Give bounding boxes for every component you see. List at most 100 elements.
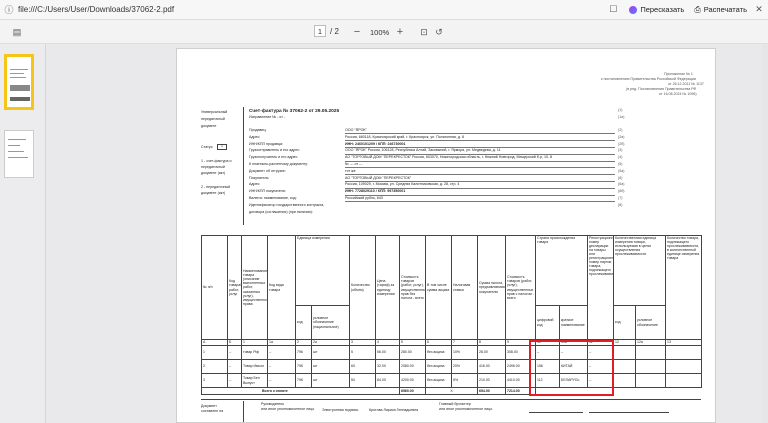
cell-ucode: 796 [295, 373, 312, 388]
retell-icon [629, 5, 638, 14]
thumb-line [10, 97, 30, 101]
acct-label-2: или иное уполномоченное лицо [439, 407, 493, 411]
field-code: (2а) [618, 134, 625, 139]
field-label: Продавец: [249, 128, 267, 132]
cell-n: 1 [201, 345, 228, 360]
th-unit-code: код [295, 305, 312, 340]
head-signature: Электронная подпись [322, 408, 359, 412]
cell-rate: 5% [451, 373, 479, 388]
status-note-5: документ (акт) [201, 191, 226, 195]
status-value: 1 [217, 144, 227, 150]
print-button[interactable]: ⎙ Распечатать [689, 3, 752, 17]
cell-unit: шт [310, 373, 351, 388]
field-value: Россия, 109029, г. Москва, ул. Средняя К… [345, 182, 460, 187]
cell-kind: -- [267, 359, 296, 374]
cell-price: 84.00 [375, 373, 401, 388]
cell-trace-empty [613, 345, 637, 360]
table-row: 2 -- Товар Имсол -- 796 шт 60 32.00 2080.00 без а… [201, 359, 703, 374]
print-label: Распечатать [703, 5, 747, 14]
left-label-3: документ [201, 124, 217, 128]
th-tax: Сумма налога, предъявляемая покупателю [477, 235, 507, 340]
acct-name-line [589, 412, 669, 413]
th-reg: Регистрационный номер декларации на това… [587, 235, 615, 340]
thumb-line [10, 85, 30, 91]
sidebar-toggle-icon[interactable]: ▤ [10, 25, 24, 39]
th-trace-name: условное обозначение [635, 305, 667, 340]
rotate-icon[interactable]: ↺ [432, 25, 446, 39]
thumb-line [10, 77, 26, 78]
field-code: (2) [618, 128, 623, 132]
header-note-5: от 16.08.2024 № 1096) [659, 92, 697, 96]
table-row: 1 -- товар Ріф -- 796 шт 5 56.00 280.00 без акциз… [201, 345, 703, 360]
zoom-in-icon[interactable]: + [393, 25, 407, 39]
page-scrollbar[interactable] [762, 44, 768, 423]
field-label: договора (соглашения) (при наличии): [249, 209, 313, 214]
page-total: / 2 [330, 26, 339, 36]
field-code: (4) [618, 155, 623, 160]
total-label: Всего к оплате [200, 387, 401, 395]
field-code: (6б) [618, 189, 625, 194]
highlight-country-columns [529, 340, 614, 396]
status-note-4: 2 - передаточный [201, 185, 231, 189]
th-name: Наименование товара (описание выполненны… [241, 235, 268, 340]
field-code: (5) [618, 162, 623, 166]
cell-kind: -- [267, 373, 296, 388]
field-value: Российский рубль, 643 [345, 196, 383, 200]
field-code: (8) [618, 202, 623, 207]
th-trace-qty: Количество товара, подлежащего прослежив… [665, 235, 703, 340]
cell-n: 3 [201, 373, 228, 388]
status-note-2: передаточный [201, 165, 225, 169]
th-country: Страна происхождения товара [535, 235, 589, 306]
left-divider [243, 107, 244, 225]
thumb-line [8, 151, 24, 152]
cell-qty: 5 [349, 345, 377, 360]
address-bar[interactable]: file:///C:/Users/User/Downloads/37062-2.… [18, 5, 174, 14]
fit-page-icon[interactable]: ⊡ [417, 25, 431, 39]
field-code: (2б) [618, 141, 625, 146]
th-kind: Код вида товара [267, 235, 296, 340]
field-value: АО "ТОРГОВЫЙ ДОМ "ПЕРЕКРЕСТОК" [345, 175, 412, 180]
zoom-level[interactable]: 100% [370, 28, 389, 37]
th-price: Цена (тариф) за единицу измерения [375, 235, 401, 340]
print-icon: ⎙ [694, 4, 701, 14]
total-row: Всего к оплате 6560.00 X 654.00 7214.00 [200, 387, 702, 395]
left-label-1: Универсальный [201, 110, 228, 114]
th-qty: Количество (объем) [349, 235, 377, 340]
sign-separator [201, 399, 701, 400]
thumbnail-page-1[interactable] [4, 54, 34, 110]
cell-trace-empty [635, 359, 667, 374]
file-info-icon[interactable]: ⓘ [2, 3, 16, 17]
zoom-out-icon[interactable]: − [350, 25, 364, 39]
code-1: (1) [618, 108, 623, 112]
cell-trace-empty [613, 359, 637, 374]
cell-code: -- [227, 359, 242, 374]
cell-tax: 28.00 [477, 345, 507, 360]
page-number-input[interactable]: 1 [314, 25, 326, 37]
bookmark-icon[interactable]: ☐ [606, 3, 620, 17]
correction-line: Исправление № - от - [249, 115, 286, 119]
retell-button[interactable]: Пересказать [624, 3, 689, 16]
field-value: АО "ТОРГОВЫЙ ДОМ "ПЕРЕКРЕСТОК" Россия, 6… [345, 155, 553, 160]
cell-excise: без акциза [425, 359, 453, 374]
invoice-title: Счет-фактура № 37062-2 от 29.05.2025 [249, 109, 340, 114]
acct-sign-line [529, 412, 583, 413]
th-code: Код товара/ работ, услуг [227, 235, 242, 340]
th-trace-unit: Количественная единица измерения товара,… [613, 235, 667, 306]
th-unit-name: условное обозначение (национальное) [310, 305, 351, 340]
thumbnail-page-2[interactable] [4, 130, 34, 178]
field-label: Покупатель: [249, 175, 270, 180]
pdf-toolbar: ▤ 1 / 2 − 100% + ⊡ ↺ [0, 20, 768, 44]
cell-code: -- [227, 345, 242, 360]
close-pdf-icon[interactable]: ✕ [752, 3, 766, 17]
cell-trace-empty [635, 373, 667, 388]
th-rate: Налоговая ставка [451, 235, 479, 340]
field-label: Идентификатор государственного контракта… [249, 202, 325, 207]
cell-code: -- [227, 373, 242, 388]
field-label: Валюта: наименование, код: [249, 196, 297, 200]
field-value: ИНН: 2460101209 / КПП: 246730001 [345, 141, 406, 146]
cell-trace-empty [665, 373, 703, 388]
head-label-2: или иное уполномоченное лицо [261, 407, 315, 411]
field-value: ООО "ЯРОК" Россия, 106128, Республика Ал… [345, 148, 501, 153]
th-country-name: краткое наименование [559, 305, 589, 340]
field-code: (6) [618, 175, 623, 180]
